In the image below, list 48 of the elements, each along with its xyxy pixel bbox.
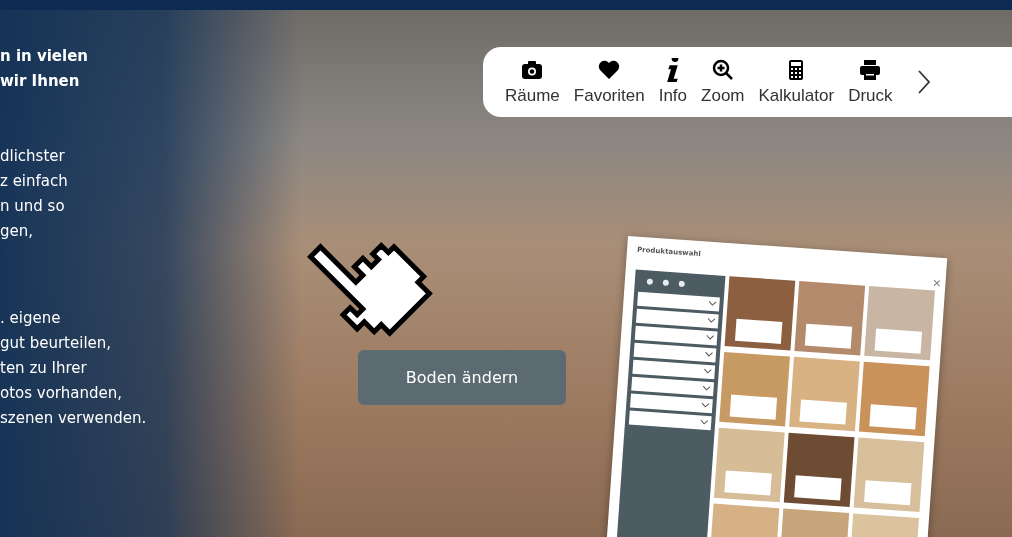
product-label-card bbox=[794, 474, 842, 500]
heart-button[interactable]: Favoriten bbox=[573, 58, 645, 106]
product-label-card bbox=[735, 318, 783, 344]
zoom-in-icon bbox=[710, 58, 735, 82]
printer-icon bbox=[858, 58, 883, 82]
wood-swatch[interactable] bbox=[724, 275, 796, 351]
wood-swatch[interactable] bbox=[714, 427, 785, 502]
wood-swatch[interactable] bbox=[719, 351, 790, 426]
chevron-down-icon bbox=[701, 402, 710, 409]
wood-swatch[interactable] bbox=[789, 356, 860, 431]
camera-button[interactable]: Räume bbox=[505, 58, 560, 106]
chevron-down-icon bbox=[703, 368, 712, 375]
intro-paragraph: n in vielen wir Ihnen bbox=[0, 46, 90, 92]
filter-dropdown[interactable] bbox=[630, 393, 713, 413]
camera-icon bbox=[520, 58, 545, 82]
wood-swatch[interactable] bbox=[853, 437, 925, 512]
chevron-down-icon bbox=[707, 317, 716, 324]
zoom-in-button[interactable]: Zoom bbox=[701, 58, 745, 106]
filter-dropdown[interactable] bbox=[631, 376, 715, 396]
filter-dropdown[interactable] bbox=[636, 308, 719, 328]
chevron-right-icon[interactable] bbox=[916, 69, 931, 95]
filter-dropdown[interactable] bbox=[628, 410, 712, 430]
product-label-card bbox=[729, 394, 778, 420]
product-label-card bbox=[864, 479, 912, 505]
intro-paragraph: dlichster z einfach n und so gen, bbox=[0, 146, 69, 242]
close-button[interactable]: × bbox=[931, 277, 942, 289]
chevron-down-icon bbox=[702, 385, 711, 392]
heart-icon bbox=[597, 58, 622, 82]
wood-swatch[interactable] bbox=[858, 361, 930, 436]
product-label-card bbox=[869, 403, 917, 429]
chevron-down-icon bbox=[708, 300, 717, 307]
wood-swatch[interactable] bbox=[794, 280, 866, 355]
calculator-button[interactable]: Kalkulator bbox=[758, 58, 835, 106]
info-button[interactable]: Info bbox=[658, 58, 688, 106]
wood-swatch[interactable] bbox=[783, 432, 855, 507]
filter-dropdown[interactable] bbox=[633, 342, 717, 362]
chevron-down-icon bbox=[700, 419, 709, 426]
wood-swatch[interactable] bbox=[864, 285, 935, 360]
product-label-card bbox=[804, 323, 853, 349]
product-label-card bbox=[724, 469, 772, 496]
change-floor-label[interactable]: Boden ändern bbox=[358, 350, 566, 405]
intro-paragraph: . eigene gut beurteilen, ten zu Ihrer otos vorhanden, szenen verwenden. bbox=[0, 308, 148, 429]
printer-button[interactable]: Druck bbox=[848, 58, 893, 106]
filter-dropdown[interactable] bbox=[632, 359, 716, 379]
product-label-card bbox=[799, 398, 847, 425]
filter-dropdown[interactable] bbox=[637, 291, 720, 312]
product-label-card bbox=[874, 328, 923, 354]
filter-dropdown[interactable] bbox=[634, 325, 718, 345]
